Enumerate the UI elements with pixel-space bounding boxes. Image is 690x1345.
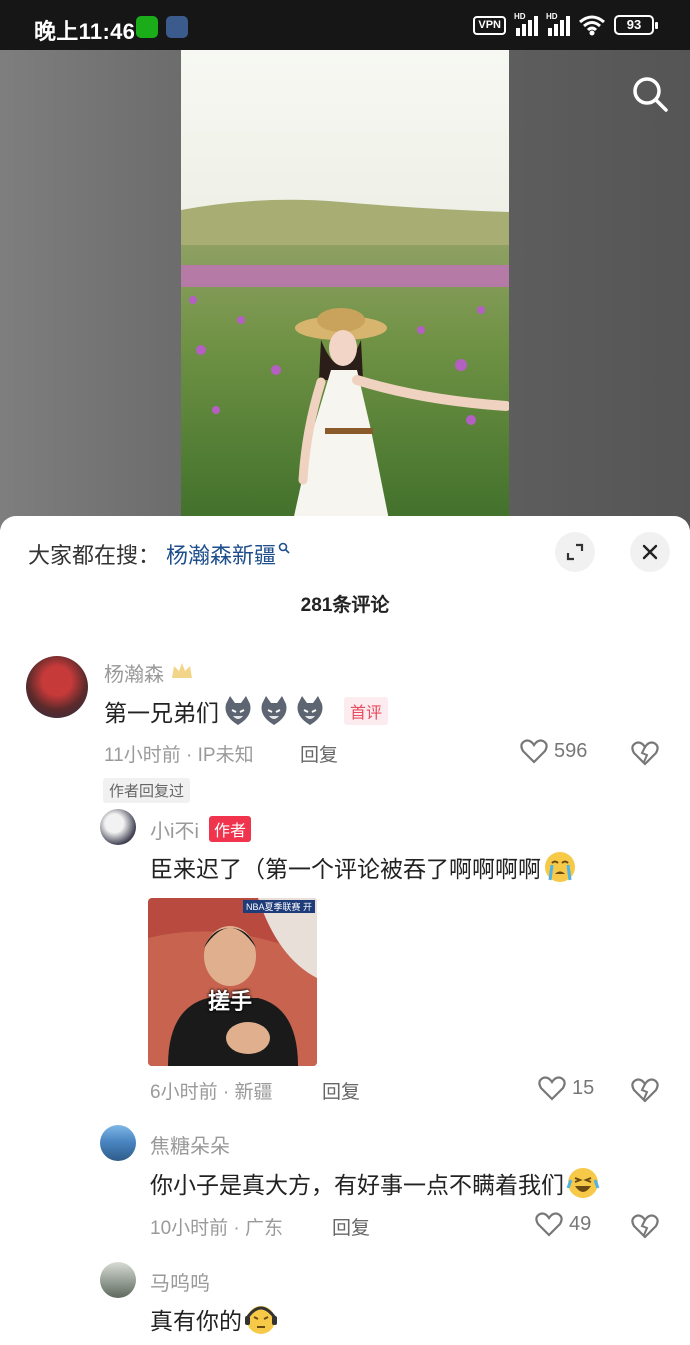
comment-location: IP未知 [197, 745, 254, 766]
expand-icon [566, 543, 584, 561]
crown-icon [172, 663, 192, 678]
crying-emoji-icon [545, 852, 575, 882]
avatar[interactable] [100, 809, 136, 845]
video-player[interactable] [0, 50, 690, 530]
wifi-icon [579, 15, 605, 36]
like-count: 49 [569, 1212, 592, 1235]
dislike-icon[interactable] [631, 740, 659, 766]
dislike-icon[interactable] [631, 1213, 659, 1239]
hd-label: HD [514, 12, 526, 21]
reply-button[interactable]: 回复 [322, 1077, 360, 1104]
dislike-icon[interactable] [631, 1077, 659, 1103]
signal-icon: HD [514, 12, 538, 36]
reply-time: 10小时前 [150, 1218, 229, 1239]
comment-sheet: 大家都在搜： 杨瀚森新疆 281条评论 杨瀚森 第一兄弟们 首评 11小时前 · [0, 516, 690, 1345]
reply-time: 6小时前 [150, 1082, 218, 1103]
reply-button[interactable]: 回复 [332, 1213, 370, 1240]
heart-icon [535, 1212, 563, 1237]
comment-username[interactable]: 杨瀚森 [104, 658, 164, 687]
comment-text: 第一兄弟们 [104, 694, 327, 728]
wolf-emoji-icon [261, 696, 287, 725]
close-button[interactable] [630, 532, 670, 572]
search-small-icon [278, 542, 290, 554]
first-comment-badge: 首评 [344, 697, 389, 725]
expand-button[interactable] [555, 532, 595, 572]
reply-button[interactable]: 回复 [300, 740, 338, 767]
meta-dot: · [233, 1218, 246, 1239]
search-icon[interactable] [630, 74, 670, 114]
author-badge: 作者 [209, 816, 252, 842]
laughing-crying-emoji-icon [566, 1168, 600, 1198]
reply-meta: 10小时前 · 广东 [150, 1213, 283, 1240]
signal-icon: HD [546, 12, 570, 36]
meme-caption: 搓手 [208, 989, 253, 1014]
heart-icon [520, 739, 548, 764]
reply-location: 广东 [245, 1218, 284, 1239]
meta-dot: · [222, 1082, 235, 1103]
comment-text-content: 第一兄弟们 [104, 700, 219, 726]
reply-username[interactable]: 小i不i [150, 815, 199, 844]
hot-search-label: 大家都在搜： [28, 543, 161, 568]
app-notification-icon [166, 16, 188, 38]
like-button[interactable]: 49 [535, 1211, 591, 1237]
video-scene-image [181, 50, 509, 530]
status-bar: 晚上11:46 VPN HD HD 93 [0, 0, 690, 50]
avatar[interactable] [100, 1125, 136, 1161]
like-count: 596 [554, 739, 588, 762]
like-button[interactable]: 15 [538, 1075, 594, 1101]
like-count: 15 [572, 1076, 595, 1099]
hot-search-bar[interactable]: 大家都在搜： 杨瀚森新疆 [28, 538, 290, 570]
video-frame[interactable] [181, 50, 509, 530]
reply-text-content: 你小子是真大方，有好事一点不瞒着我们 [150, 1172, 564, 1198]
close-icon [642, 544, 658, 560]
meme-photo [148, 898, 317, 1066]
wechat-notification-icon [136, 16, 158, 38]
meta-dot: · [186, 745, 198, 766]
meme-tag: NBA夏季联赛 开 [242, 900, 315, 913]
reply-meta: 6小时前 · 新疆 [150, 1077, 272, 1104]
reply-image[interactable]: NBA夏季联赛 开 搓手 [148, 898, 317, 1066]
author-replied-tag: 作者回复过 [103, 778, 191, 803]
battery-icon: 93 [614, 15, 658, 35]
wolf-emoji-icon [225, 696, 251, 725]
grumpy-emoji-icon [245, 1306, 277, 1334]
reply-text-content: 臣来迟了（第一个评论被吞了啊啊啊啊 [150, 856, 541, 882]
status-time: 晚上11:46 [34, 19, 136, 44]
heart-icon [538, 1076, 566, 1101]
reply-username[interactable]: 马呜呜 [150, 1267, 210, 1296]
vpn-badge: VPN [473, 15, 506, 35]
comment-time: 11小时前 [104, 745, 181, 766]
reply-location: 新疆 [234, 1082, 273, 1103]
reply-username[interactable]: 焦糖朵朵 [150, 1130, 230, 1159]
reply-text-content: 真有你的 [150, 1308, 242, 1334]
like-button[interactable]: 596 [520, 738, 587, 764]
status-indicators: VPN HD HD 93 [473, 12, 658, 36]
comment-count: 281条评论 [300, 595, 390, 616]
wolf-emoji-icon [297, 696, 323, 725]
comment-meta: 11小时前 · IP未知 [104, 740, 254, 767]
avatar[interactable] [26, 656, 88, 718]
hot-search-keyword[interactable]: 杨瀚森新疆 [166, 538, 276, 570]
reply-text: 真有你的 [150, 1302, 278, 1336]
avatar[interactable] [100, 1262, 136, 1298]
hd-label: HD [546, 12, 558, 21]
reply-text: 臣来迟了（第一个评论被吞了啊啊啊啊 [150, 850, 577, 884]
reply-text: 你小子是真大方，有好事一点不瞒着我们 [150, 1166, 600, 1200]
